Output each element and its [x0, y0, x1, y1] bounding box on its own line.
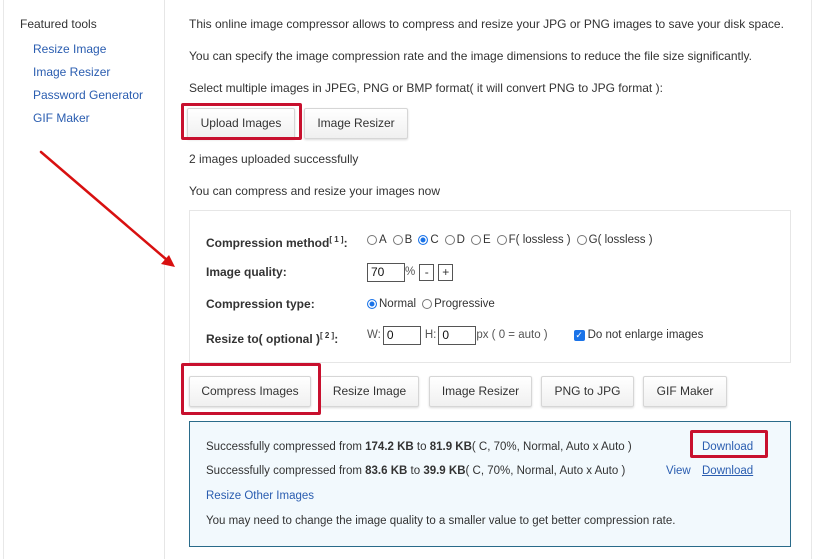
- colon: :: [343, 236, 348, 250]
- colon: :: [334, 332, 339, 346]
- sidebar-link-resize-image[interactable]: Resize Image: [33, 42, 160, 65]
- result-to: to: [413, 441, 430, 453]
- option-label: F( lossless ): [508, 234, 571, 246]
- results-panel: Successfully compressed from 174.2 KB to…: [189, 421, 791, 547]
- note-2-superscript: [ 2 ]: [320, 331, 335, 340]
- resize-other-images-link[interactable]: Resize Other Images: [206, 489, 314, 503]
- sidebar-link-password-generator[interactable]: Password Generator: [33, 88, 160, 111]
- image-quality-controls: 70 % - +: [367, 262, 454, 282]
- checkbox-checked-icon[interactable]: ✓: [573, 329, 585, 341]
- type-option-progressive[interactable]: Progressive: [422, 298, 495, 310]
- radio-icon[interactable]: [422, 299, 433, 309]
- px-auto-note: px ( 0 = auto ): [476, 329, 548, 341]
- result-details: ( C, 70%, Normal, Auto x Auto ): [465, 465, 626, 477]
- resize-controls: W: 0 H: 0 px ( 0 = auto ) ✓ Do not enlar…: [367, 325, 703, 345]
- note-1-superscript: [ 1 ]: [329, 235, 344, 244]
- do-not-enlarge-text: Do not enlarge images: [587, 329, 704, 341]
- type-option-normal[interactable]: Normal: [367, 298, 416, 310]
- resize-image-button[interactable]: Resize Image: [320, 376, 419, 407]
- radio-icon[interactable]: [496, 235, 507, 245]
- intro-line-2: You can specify the image compression ra…: [189, 49, 752, 63]
- width-label: W:: [367, 329, 381, 341]
- sidebar-title: Featured tools: [20, 17, 97, 31]
- option-label: A: [379, 234, 387, 246]
- radio-icon[interactable]: [576, 235, 587, 245]
- upload-status: 2 images uploaded successfully: [189, 152, 359, 166]
- result-to: to: [407, 465, 424, 477]
- page-border-left: [3, 0, 4, 559]
- method-option-c[interactable]: C: [418, 234, 439, 246]
- method-option-b[interactable]: B: [392, 234, 413, 246]
- compression-method-label-text: Compression method: [206, 236, 330, 250]
- resize-to-label-text: Resize to( optional ): [206, 332, 320, 346]
- sidebar-link-gif-maker[interactable]: GIF Maker: [33, 111, 160, 134]
- page-border-right: [811, 0, 812, 559]
- radio-selected-icon[interactable]: [418, 235, 429, 245]
- width-input[interactable]: 0: [382, 325, 421, 345]
- radio-selected-icon[interactable]: [367, 299, 377, 309]
- download-link-1[interactable]: Download: [702, 440, 753, 454]
- option-label: C: [430, 234, 439, 246]
- method-option-f[interactable]: F( lossless ): [496, 234, 571, 246]
- height-input[interactable]: 0: [438, 325, 477, 345]
- download-link-2[interactable]: Download: [702, 464, 753, 478]
- quality-increase-button[interactable]: +: [438, 263, 454, 281]
- compression-type-options: Normal Progressive: [367, 296, 501, 312]
- png-to-jpg-button[interactable]: PNG to JPG: [541, 376, 634, 407]
- quality-input[interactable]: 70: [367, 262, 405, 282]
- method-option-d[interactable]: D: [444, 234, 465, 246]
- compressed-size: 39.9 KB: [423, 465, 466, 477]
- radio-icon[interactable]: [392, 235, 403, 245]
- option-label: Normal: [379, 298, 417, 310]
- arrow-shaft: [39, 150, 169, 262]
- result-line-1: Successfully compressed from 174.2 KB to…: [206, 440, 632, 454]
- intro-line-1: This online image compressor allows to c…: [189, 17, 784, 31]
- quality-decrease-button[interactable]: -: [419, 263, 435, 281]
- height-label: H:: [424, 329, 437, 341]
- compression-type-label: Compression type:: [206, 297, 315, 311]
- compress-images-button[interactable]: Compress Images: [189, 376, 311, 407]
- sidebar-link-image-resizer[interactable]: Image Resizer: [33, 65, 160, 88]
- image-resizer-button[interactable]: Image Resizer: [429, 376, 532, 407]
- result-details: ( C, 70%, Normal, Auto x Auto ): [471, 441, 632, 453]
- method-option-g[interactable]: G( lossless ): [576, 234, 653, 246]
- ready-message: You can compress and resize your images …: [189, 184, 441, 198]
- radio-icon[interactable]: [444, 235, 455, 245]
- compression-method-options: A B C D E F( lossless ) G( lossless ): [367, 232, 659, 248]
- gif-maker-button[interactable]: GIF Maker: [643, 376, 727, 407]
- view-link-2[interactable]: View: [666, 464, 691, 478]
- resize-to-label: Resize to( optional )[ 2 ]:: [206, 329, 338, 346]
- compression-settings-panel: Compression method[ 1 ]: A B C D E F( lo…: [189, 210, 791, 363]
- percent-sign: %: [405, 266, 416, 278]
- result-prefix: Successfully compressed from: [206, 441, 366, 453]
- radio-icon[interactable]: [367, 235, 377, 245]
- option-label: Progressive: [434, 298, 495, 310]
- upload-images-button[interactable]: Upload Images: [187, 108, 295, 139]
- option-label: D: [456, 234, 465, 246]
- method-option-e[interactable]: E: [470, 234, 491, 246]
- sidebar: Featured tools Resize Image Image Resize…: [20, 17, 160, 134]
- result-prefix: Successfully compressed from: [206, 465, 366, 477]
- image-resizer-button-top[interactable]: Image Resizer: [304, 108, 408, 139]
- compressed-size: 81.9 KB: [429, 441, 472, 453]
- sidebar-divider: [164, 0, 165, 559]
- result-line-2: Successfully compressed from 83.6 KB to …: [206, 464, 625, 478]
- original-size: 83.6 KB: [365, 465, 408, 477]
- do-not-enlarge-checkbox-label[interactable]: ✓ Do not enlarge images: [573, 329, 704, 341]
- intro-line-3: Select multiple images in JPEG, PNG or B…: [189, 81, 663, 95]
- option-label: G( lossless ): [588, 234, 653, 246]
- compression-method-label: Compression method[ 1 ]:: [206, 233, 348, 250]
- quality-tip: You may need to change the image quality…: [206, 515, 676, 527]
- original-size: 174.2 KB: [365, 441, 414, 453]
- radio-icon[interactable]: [470, 235, 481, 245]
- method-option-a[interactable]: A: [367, 234, 387, 246]
- image-quality-label: Image quality:: [206, 265, 287, 279]
- option-label: B: [404, 234, 413, 246]
- option-label: E: [482, 234, 491, 246]
